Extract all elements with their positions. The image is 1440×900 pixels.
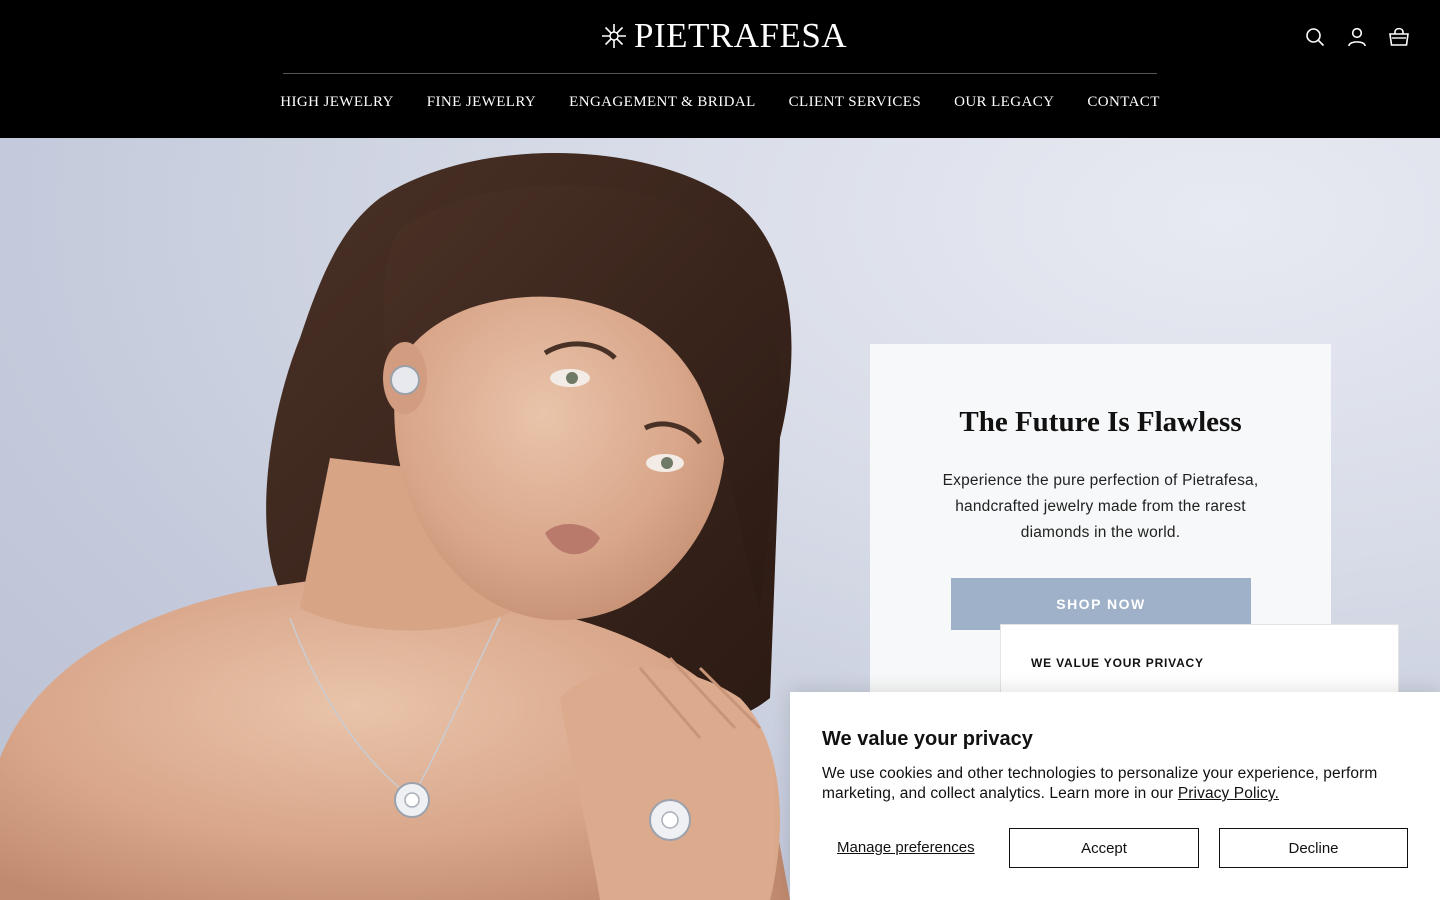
main-nav: HIGH JEWELRY FINE JEWELRY ENGAGEMENT & B… — [0, 94, 1440, 111]
privacy-mini-title: WE VALUE YOUR PRIVACY — [1031, 656, 1204, 670]
search-icon[interactable] — [1304, 26, 1326, 48]
privacy-policy-link[interactable]: Privacy Policy. — [1178, 785, 1279, 802]
nav-our-legacy[interactable]: OUR LEGACY — [954, 94, 1054, 111]
manage-preferences-link[interactable]: Manage preferences — [837, 839, 975, 856]
nav-engagement-bridal[interactable]: ENGAGEMENT & BRIDAL — [569, 94, 755, 111]
promo-title: The Future Is Flawless — [959, 406, 1242, 438]
cookie-description: We use cookies and other technologies to… — [822, 764, 1422, 804]
cart-icon[interactable] — [1388, 26, 1410, 48]
decline-button[interactable]: Decline — [1219, 828, 1408, 868]
brand-name: PIETRAFESA — [634, 16, 848, 55]
cookie-text: We use cookies and other technologies to… — [822, 765, 1378, 802]
nav-high-jewelry[interactable]: HIGH JEWELRY — [280, 94, 394, 111]
brand-logo[interactable]: PIETRAFESA — [600, 16, 847, 56]
cookie-title: We value your privacy — [822, 728, 1033, 750]
accept-button[interactable]: Accept — [1009, 828, 1199, 868]
nav-fine-jewelry[interactable]: FINE JEWELRY — [427, 94, 536, 111]
shop-now-button[interactable]: SHOP NOW — [951, 578, 1251, 630]
site-header: PIETRAFESA HIGH JEWELRY FINE JEWELRY ENG… — [0, 0, 1440, 138]
promo-description: Experience the pure perfection of Pietra… — [942, 472, 1259, 541]
account-icon[interactable] — [1346, 26, 1368, 48]
nav-client-services[interactable]: CLIENT SERVICES — [789, 94, 921, 111]
header-actions — [1304, 26, 1410, 48]
header-divider — [283, 73, 1157, 74]
starburst-logo-icon — [602, 24, 626, 48]
nav-contact[interactable]: CONTACT — [1087, 94, 1159, 111]
cookie-banner: We value your privacy We use cookies and… — [790, 692, 1440, 900]
